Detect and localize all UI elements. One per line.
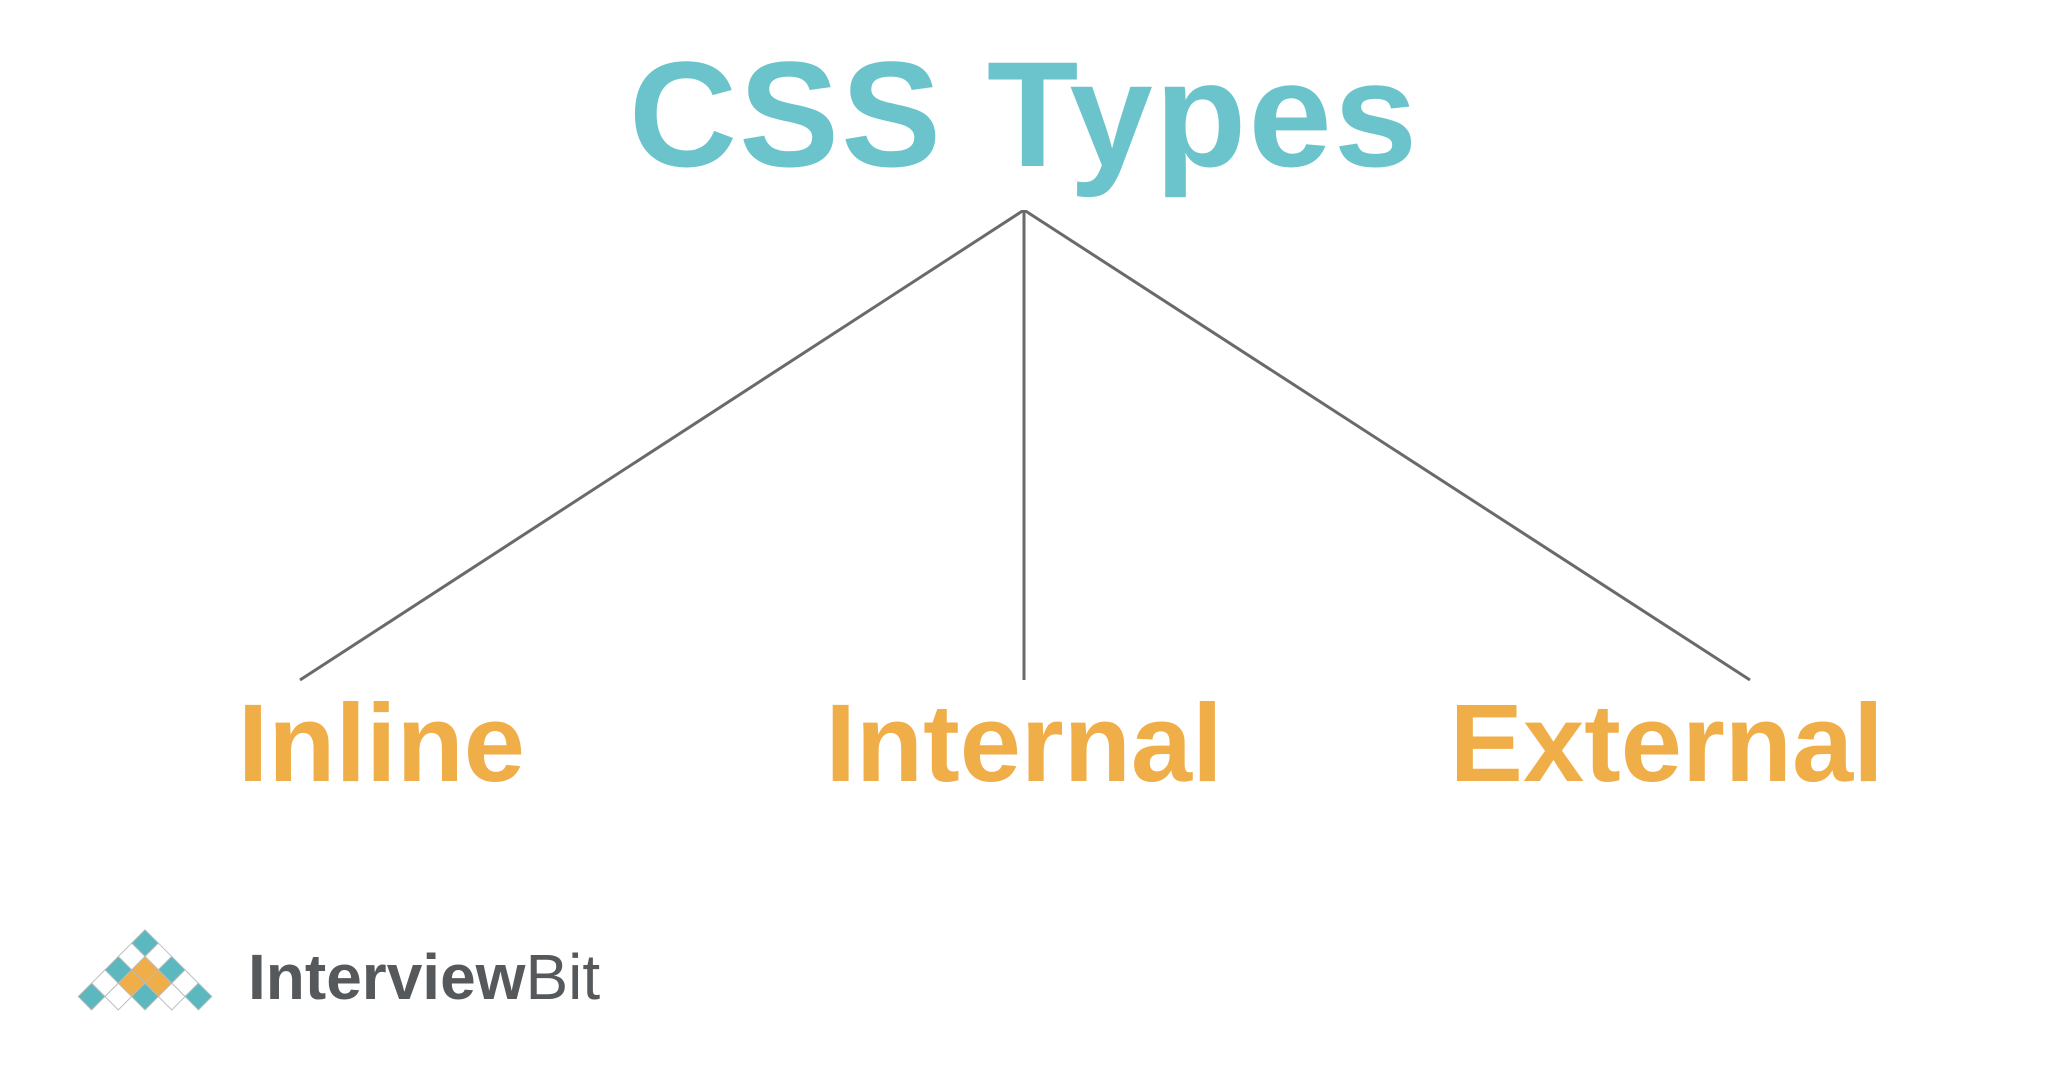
diagram-title: CSS Types <box>0 28 2048 201</box>
connector-lines <box>0 210 2048 710</box>
brand-logo-icon <box>60 917 230 1037</box>
brand-logo: InterviewBit <box>60 917 600 1037</box>
diagram-children-row: Inline Internal External <box>0 680 2048 807</box>
diagram-stage: CSS Types Inline Internal External <box>0 0 2048 1077</box>
diagram-child-internal: Internal <box>703 680 1346 807</box>
diagram-child-external: External <box>1345 680 1988 807</box>
brand-logo-text-light: Bit <box>525 941 600 1013</box>
brand-logo-text: InterviewBit <box>248 940 600 1014</box>
diagram-child-inline: Inline <box>60 680 703 807</box>
brand-logo-text-bold: Interview <box>248 941 525 1013</box>
